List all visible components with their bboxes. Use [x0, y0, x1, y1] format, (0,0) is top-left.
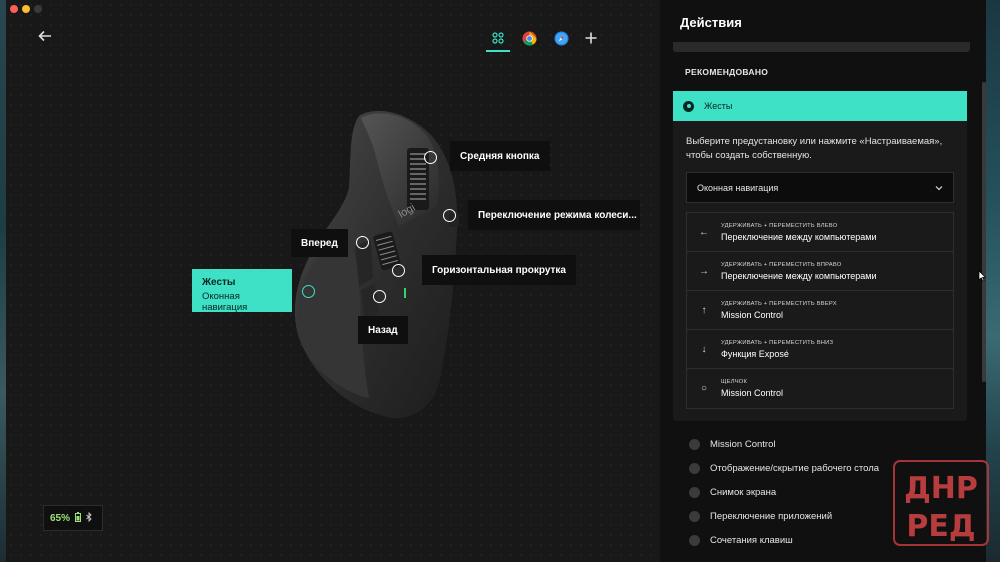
radio-icon — [689, 486, 700, 498]
apps-tab-indicator — [486, 50, 510, 52]
section-recommended: РЕКОМЕНДОВАНО — [685, 67, 769, 77]
gestures-label-title: Жесты — [202, 277, 236, 288]
arrow-up-icon: ↑ — [701, 304, 707, 316]
radio-icon — [689, 534, 700, 546]
option-keyboard-shortcuts[interactable]: Сочетания клавиш — [689, 532, 793, 548]
arrow-left-icon[interactable] — [38, 28, 58, 48]
back-hotspot[interactable] — [373, 290, 386, 303]
recommended-card: Жесты Выберите предустановку или нажмите… — [673, 91, 967, 421]
horizontal-scroll-label[interactable]: Горизонтальная прокрутка — [422, 255, 576, 285]
close-window-button[interactable] — [10, 5, 18, 13]
gesture-action-left[interactable]: ← УДЕРЖИВАТЬ + ПЕРЕМЕСТИТЬ ВЛЕВО Переключ… — [687, 213, 953, 252]
preset-select-value: Оконная навигация — [697, 182, 779, 193]
gesture-action-sub: ЩЕЛЧОК — [721, 379, 748, 385]
middle-button-label-text: Средняя кнопка — [460, 150, 540, 162]
battery-percent: 65% — [50, 512, 71, 524]
middle-button-label[interactable]: Средняя кнопка — [450, 141, 550, 171]
safari-icon[interactable] — [550, 27, 572, 49]
wheel-mode-hotspot[interactable] — [443, 209, 456, 222]
dnr-red-watermark: ДНР РЕД — [893, 460, 989, 546]
wheel-mode-label[interactable]: Переключение режима колеси... — [468, 200, 640, 230]
horizontal-scroll-hotspot[interactable] — [392, 264, 405, 277]
gesture-action-main: Функция Exposé — [721, 348, 789, 359]
gesture-action-right[interactable]: → УДЕРЖИВАТЬ + ПЕРЕМЕСТИТЬ ВПРАВО Переклю… — [687, 252, 953, 291]
forward-hotspot[interactable] — [356, 236, 369, 249]
gestures-label-subtitle: Оконная навигация — [202, 291, 248, 313]
zoom-window-button[interactable] — [34, 5, 42, 13]
middle-button-hotspot[interactable] — [424, 151, 437, 164]
gestures-option-selected[interactable]: Жесты — [673, 91, 967, 121]
battery-icon — [75, 511, 82, 525]
radio-selected-icon — [683, 100, 694, 112]
back-label[interactable]: Назад — [358, 316, 408, 344]
gesture-action-up[interactable]: ↑ УДЕРЖИВАТЬ + ПЕРЕМЕСТИТЬ ВВЕРХ Mission … — [687, 291, 953, 330]
preset-description: Выберите предустановку или нажмите «Наст… — [686, 136, 943, 161]
radio-icon — [689, 438, 700, 450]
svg-text:ДНР: ДНР — [904, 471, 978, 506]
option-label: Отображение/скрытие рабочего стола — [710, 462, 880, 474]
option-screenshot[interactable]: Снимок экрана — [689, 484, 776, 500]
arrow-down-icon: ↓ — [701, 343, 707, 355]
gesture-action-main: Переключение между компьютерами — [721, 231, 877, 242]
gesture-action-click[interactable]: ○ ЩЕЛЧОК Mission Control — [687, 369, 953, 408]
option-mission-control[interactable]: Mission Control — [689, 436, 775, 452]
option-label: Сочетания клавиш — [710, 534, 793, 546]
forward-label-text: Вперед — [301, 237, 338, 249]
battery-status: 65% — [43, 505, 103, 531]
panel-scrollbar[interactable] — [982, 82, 986, 382]
chrome-icon[interactable] — [518, 27, 540, 49]
radio-icon — [689, 510, 700, 522]
horizontal-scroll-label-text: Горизонтальная прокрутка — [432, 264, 566, 276]
minimize-window-button[interactable] — [22, 5, 30, 13]
click-circle-icon: ○ — [700, 383, 708, 394]
option-label: Переключение приложений — [710, 510, 833, 522]
app-window: logi Средняя кнопка Переключение режима … — [6, 0, 986, 562]
arrow-left-icon: ← — [699, 226, 709, 238]
svg-text:РЕД: РЕД — [906, 509, 975, 544]
gesture-action-main: Mission Control — [721, 309, 784, 320]
gesture-action-main: Mission Control — [721, 388, 784, 398]
option-show-desktop[interactable]: Отображение/скрытие рабочего стола — [689, 460, 879, 476]
mouse-cursor-icon — [978, 270, 986, 282]
preset-select[interactable]: Оконная навигация — [686, 172, 954, 203]
gesture-action-sub: УДЕРЖИВАТЬ + ПЕРЕМЕСТИТЬ ВПРАВО — [721, 261, 842, 268]
option-label: Mission Control — [710, 438, 776, 450]
chevron-down-icon — [935, 183, 943, 193]
gesture-action-sub: УДЕРЖИВАТЬ + ПЕРЕМЕСТИТЬ ВЛЕВО — [721, 222, 838, 229]
gesture-action-main: Переключение между компьютерами — [721, 270, 877, 281]
forward-label[interactable]: Вперед — [291, 229, 348, 257]
panel-top-divider — [673, 42, 970, 52]
apps-grid-icon[interactable] — [487, 27, 509, 49]
wheel-mode-label-text: Переключение режима колеси... — [478, 209, 637, 221]
radio-icon — [689, 462, 700, 474]
gesture-action-down[interactable]: ↓ УДЕРЖИВАТЬ + ПЕРЕМЕСТИТЬ ВНИЗ Функция E… — [687, 330, 953, 369]
panel-title: Действия — [680, 15, 742, 30]
gestures-hotspot[interactable] — [302, 285, 315, 298]
arrow-right-icon: → — [699, 265, 709, 277]
device-canvas: logi Средняя кнопка Переключение режима … — [6, 0, 660, 562]
gestures-label[interactable]: Жесты Оконная навигация — [192, 269, 292, 313]
back-label-text: Назад — [368, 324, 398, 336]
gesture-action-sub: УДЕРЖИВАТЬ + ПЕРЕМЕСТИТЬ ВНИЗ — [721, 339, 834, 346]
gesture-action-sub: УДЕРЖИВАТЬ + ПЕРЕМЕСТИТЬ ВВЕРХ — [721, 300, 837, 307]
option-app-switch[interactable]: Переключение приложений — [689, 508, 832, 524]
gesture-actions-list: ← УДЕРЖИВАТЬ + ПЕРЕМЕСТИТЬ ВЛЕВО Переключ… — [686, 212, 954, 409]
plus-icon[interactable] — [580, 27, 602, 49]
bluetooth-icon — [86, 511, 92, 524]
option-label: Снимок экрана — [710, 486, 777, 498]
gestures-option-label: Жесты — [704, 101, 733, 111]
